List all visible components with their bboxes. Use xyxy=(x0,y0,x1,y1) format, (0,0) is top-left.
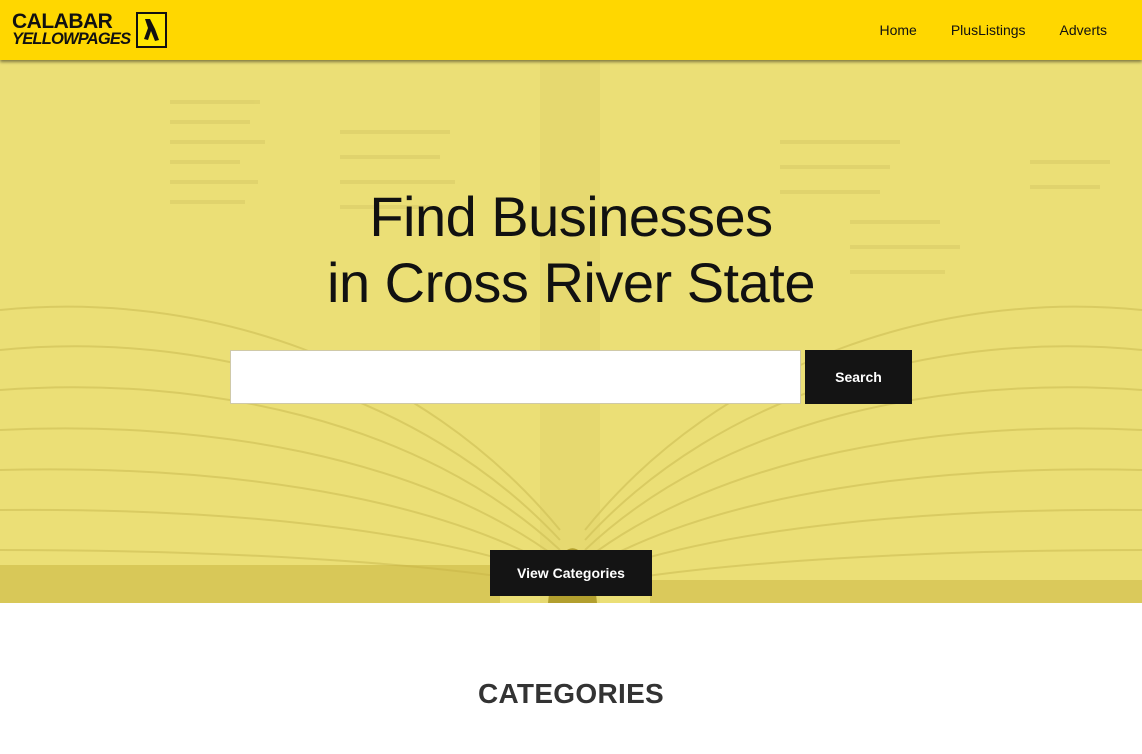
hero-section: Find Businesses in Cross River State Sea… xyxy=(0,60,1142,603)
logo-line-2: YELLOWPAGES xyxy=(12,30,131,48)
search-button[interactable]: Search xyxy=(805,350,912,404)
nav-adverts[interactable]: Adverts xyxy=(1060,22,1107,38)
nav-pluslistings[interactable]: PlusListings xyxy=(951,22,1026,38)
site-logo[interactable]: CALABAR YELLOWPAGES xyxy=(12,10,168,50)
hero-title-line-1: Find Businesses xyxy=(369,185,773,248)
hero-title-line-2: in Cross River State xyxy=(327,251,815,314)
walking-fingers-icon xyxy=(136,12,168,48)
view-categories-button[interactable]: View Categories xyxy=(490,550,652,596)
main-nav: Home PlusListings Adverts xyxy=(845,0,1107,60)
logo-line-1: CALABAR xyxy=(12,10,113,33)
logo-text: CALABAR YELLOWPAGES xyxy=(12,10,131,48)
hero-title: Find Businesses in Cross River State xyxy=(0,184,1142,316)
top-navbar: CALABAR YELLOWPAGES Home PlusListings Ad… xyxy=(0,0,1142,60)
categories-heading: CATEGORIES xyxy=(477,678,665,709)
open-book-background xyxy=(0,60,1142,603)
search-input[interactable] xyxy=(230,350,801,404)
nav-home[interactable]: Home xyxy=(879,22,916,38)
